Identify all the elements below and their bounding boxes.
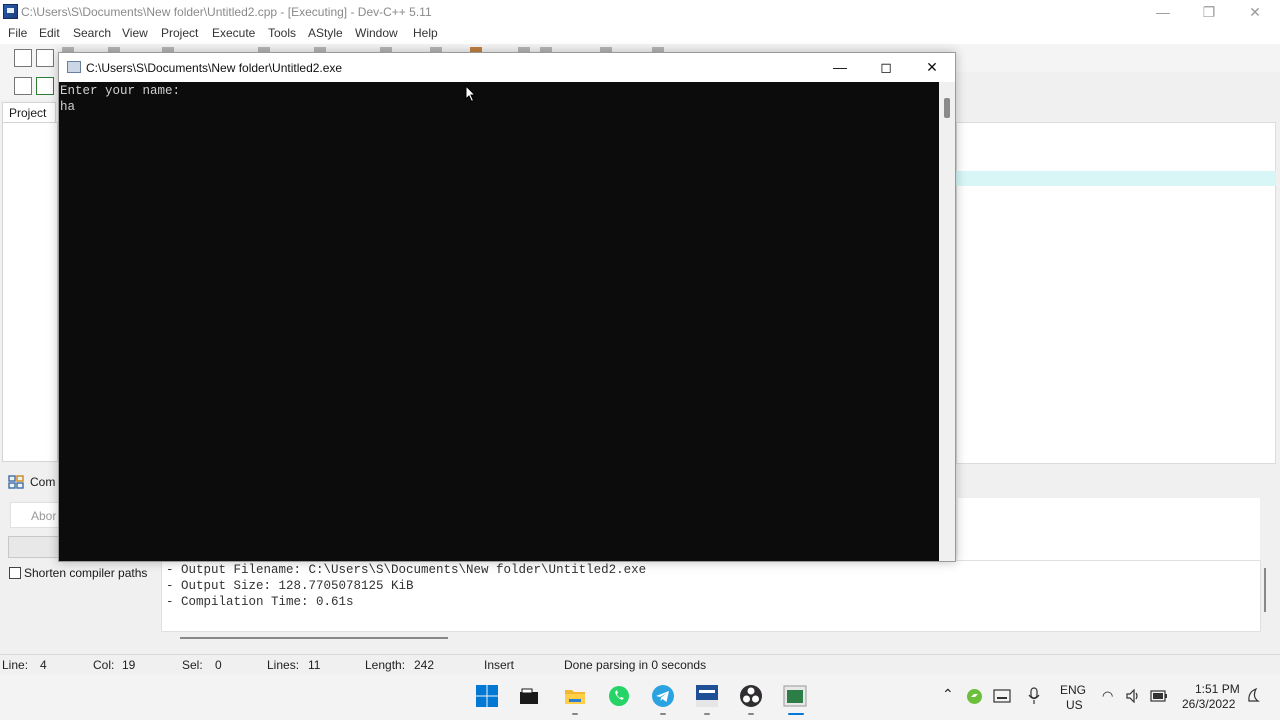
status-line-value: 4 bbox=[40, 658, 47, 672]
menu-execute[interactable]: Execute bbox=[212, 26, 255, 40]
compile-progress-bar bbox=[8, 536, 60, 558]
console-minimize-button[interactable]: — bbox=[817, 53, 863, 82]
start-icon[interactable] bbox=[475, 684, 499, 708]
mouse-pointer-icon bbox=[465, 85, 477, 103]
console-scroll-thumb[interactable] bbox=[944, 98, 950, 118]
whatsapp-icon[interactable] bbox=[607, 684, 631, 708]
status-line-label: Line: bbox=[2, 658, 29, 672]
shorten-paths-label: Shorten compiler paths bbox=[24, 566, 148, 580]
file-explorer-icon[interactable] bbox=[517, 684, 541, 708]
folder-icon[interactable] bbox=[563, 684, 587, 708]
status-length-value: 242 bbox=[414, 658, 435, 672]
devcpp-app-icon bbox=[3, 4, 18, 19]
console-line: ha bbox=[60, 100, 76, 114]
microphone-icon[interactable] bbox=[1028, 687, 1040, 705]
keyboard-icon[interactable] bbox=[993, 689, 1011, 703]
vpn-tray-icon[interactable] bbox=[966, 688, 983, 705]
active-indicator bbox=[788, 713, 804, 715]
wifi-icon[interactable]: ◠ bbox=[1102, 688, 1113, 704]
taskbar bbox=[0, 674, 1280, 720]
console-title: C:\Users\S\Documents\New folder\Untitled… bbox=[86, 61, 343, 75]
menu-view[interactable]: View bbox=[122, 26, 148, 40]
console-app-icon[interactable] bbox=[783, 684, 807, 708]
menu-window[interactable]: Window bbox=[355, 26, 398, 40]
telegram-icon[interactable] bbox=[651, 684, 675, 708]
menu-help[interactable]: Help bbox=[413, 26, 438, 40]
console-window[interactable]: C:\Users\S\Documents\New folder\Untitled… bbox=[58, 52, 956, 562]
status-col-label: Col: bbox=[93, 658, 115, 672]
region-indicator: US bbox=[1066, 698, 1083, 712]
status-sel-value: 0 bbox=[215, 658, 222, 672]
goto-icon[interactable] bbox=[36, 77, 54, 95]
console-output[interactable]: Enter your name: ha bbox=[60, 83, 180, 115]
toolbar-secondary bbox=[0, 72, 60, 100]
status-lines-value: 11 bbox=[308, 658, 321, 672]
log-vertical-scrollbar[interactable] bbox=[1264, 568, 1266, 612]
restore-button[interactable]: ❐ bbox=[1186, 0, 1232, 24]
status-col-value: 19 bbox=[122, 658, 136, 672]
menu-tools[interactable]: Tools bbox=[268, 26, 296, 40]
status-bar: Line: 4 Col: 19 Sel: 0 Lines: 11 Length:… bbox=[0, 654, 1280, 674]
new-file-icon[interactable] bbox=[14, 49, 32, 67]
menu-project[interactable]: Project bbox=[161, 26, 198, 40]
class-browser-icon[interactable] bbox=[14, 77, 32, 95]
status-message: Done parsing in 0 seconds bbox=[564, 658, 707, 672]
compiler-tab[interactable]: Com bbox=[30, 475, 55, 489]
status-lines-label: Lines: bbox=[267, 658, 300, 672]
status-sel-label: Sel: bbox=[182, 658, 203, 672]
console-line: Enter your name: bbox=[60, 84, 181, 98]
console-titlebar[interactable]: C:\Users\S\Documents\New folder\Untitled… bbox=[59, 53, 955, 82]
volume-icon[interactable] bbox=[1126, 689, 1140, 703]
notification-icon[interactable] bbox=[1246, 688, 1260, 704]
compiler-grid-icon bbox=[8, 475, 24, 489]
current-line-highlight bbox=[956, 171, 1276, 186]
close-button[interactable]: ✕ bbox=[1232, 0, 1278, 24]
menu-file[interactable]: File bbox=[8, 26, 27, 40]
clock-time[interactable]: 1:51 PM bbox=[1195, 682, 1240, 696]
console-close-button[interactable]: ✕ bbox=[909, 53, 955, 82]
running-indicator bbox=[660, 713, 666, 715]
main-window-titlebar[interactable]: C:\Users\S\Documents\New folder\Untitled… bbox=[0, 0, 1280, 24]
log-line: - Output Filename: C:\Users\S\Documents\… bbox=[166, 563, 647, 577]
log-line: - Compilation Time: 0.61s bbox=[166, 595, 354, 609]
project-tab[interactable]: Project bbox=[2, 102, 56, 122]
obs-icon[interactable] bbox=[739, 684, 763, 708]
console-window-icon bbox=[67, 61, 81, 73]
console-maximize-button[interactable]: ◻ bbox=[863, 53, 909, 82]
log-horizontal-scrollbar[interactable] bbox=[180, 637, 448, 639]
console-scrollbar[interactable] bbox=[939, 82, 955, 561]
running-indicator bbox=[704, 713, 710, 715]
clock-date[interactable]: 26/3/2022 bbox=[1182, 697, 1235, 711]
shorten-paths-checkbox[interactable] bbox=[9, 567, 21, 579]
abort-compilation-button[interactable]: Abor bbox=[10, 502, 60, 528]
tray-chevron-icon[interactable]: ⌃ bbox=[942, 686, 954, 703]
devcpp-icon[interactable] bbox=[695, 684, 719, 708]
battery-icon[interactable] bbox=[1150, 689, 1168, 703]
menu-search[interactable]: Search bbox=[73, 26, 111, 40]
minimize-button[interactable]: — bbox=[1140, 0, 1186, 24]
open-file-icon[interactable] bbox=[36, 49, 54, 67]
log-line: - Output Size: 128.7705078125 KiB bbox=[166, 579, 414, 593]
status-length-label: Length: bbox=[365, 658, 406, 672]
project-panel bbox=[2, 122, 58, 462]
menu-edit[interactable]: Edit bbox=[39, 26, 60, 40]
menu-astyle[interactable]: AStyle bbox=[308, 26, 343, 40]
main-window-title: C:\Users\S\Documents\New folder\Untitled… bbox=[21, 5, 432, 19]
status-mode: Insert bbox=[484, 658, 515, 672]
language-indicator[interactable]: ENG bbox=[1060, 683, 1086, 697]
running-indicator bbox=[748, 713, 754, 715]
running-indicator bbox=[572, 713, 578, 715]
menu-bar: File Edit Search View Project Execute To… bbox=[0, 24, 1280, 44]
